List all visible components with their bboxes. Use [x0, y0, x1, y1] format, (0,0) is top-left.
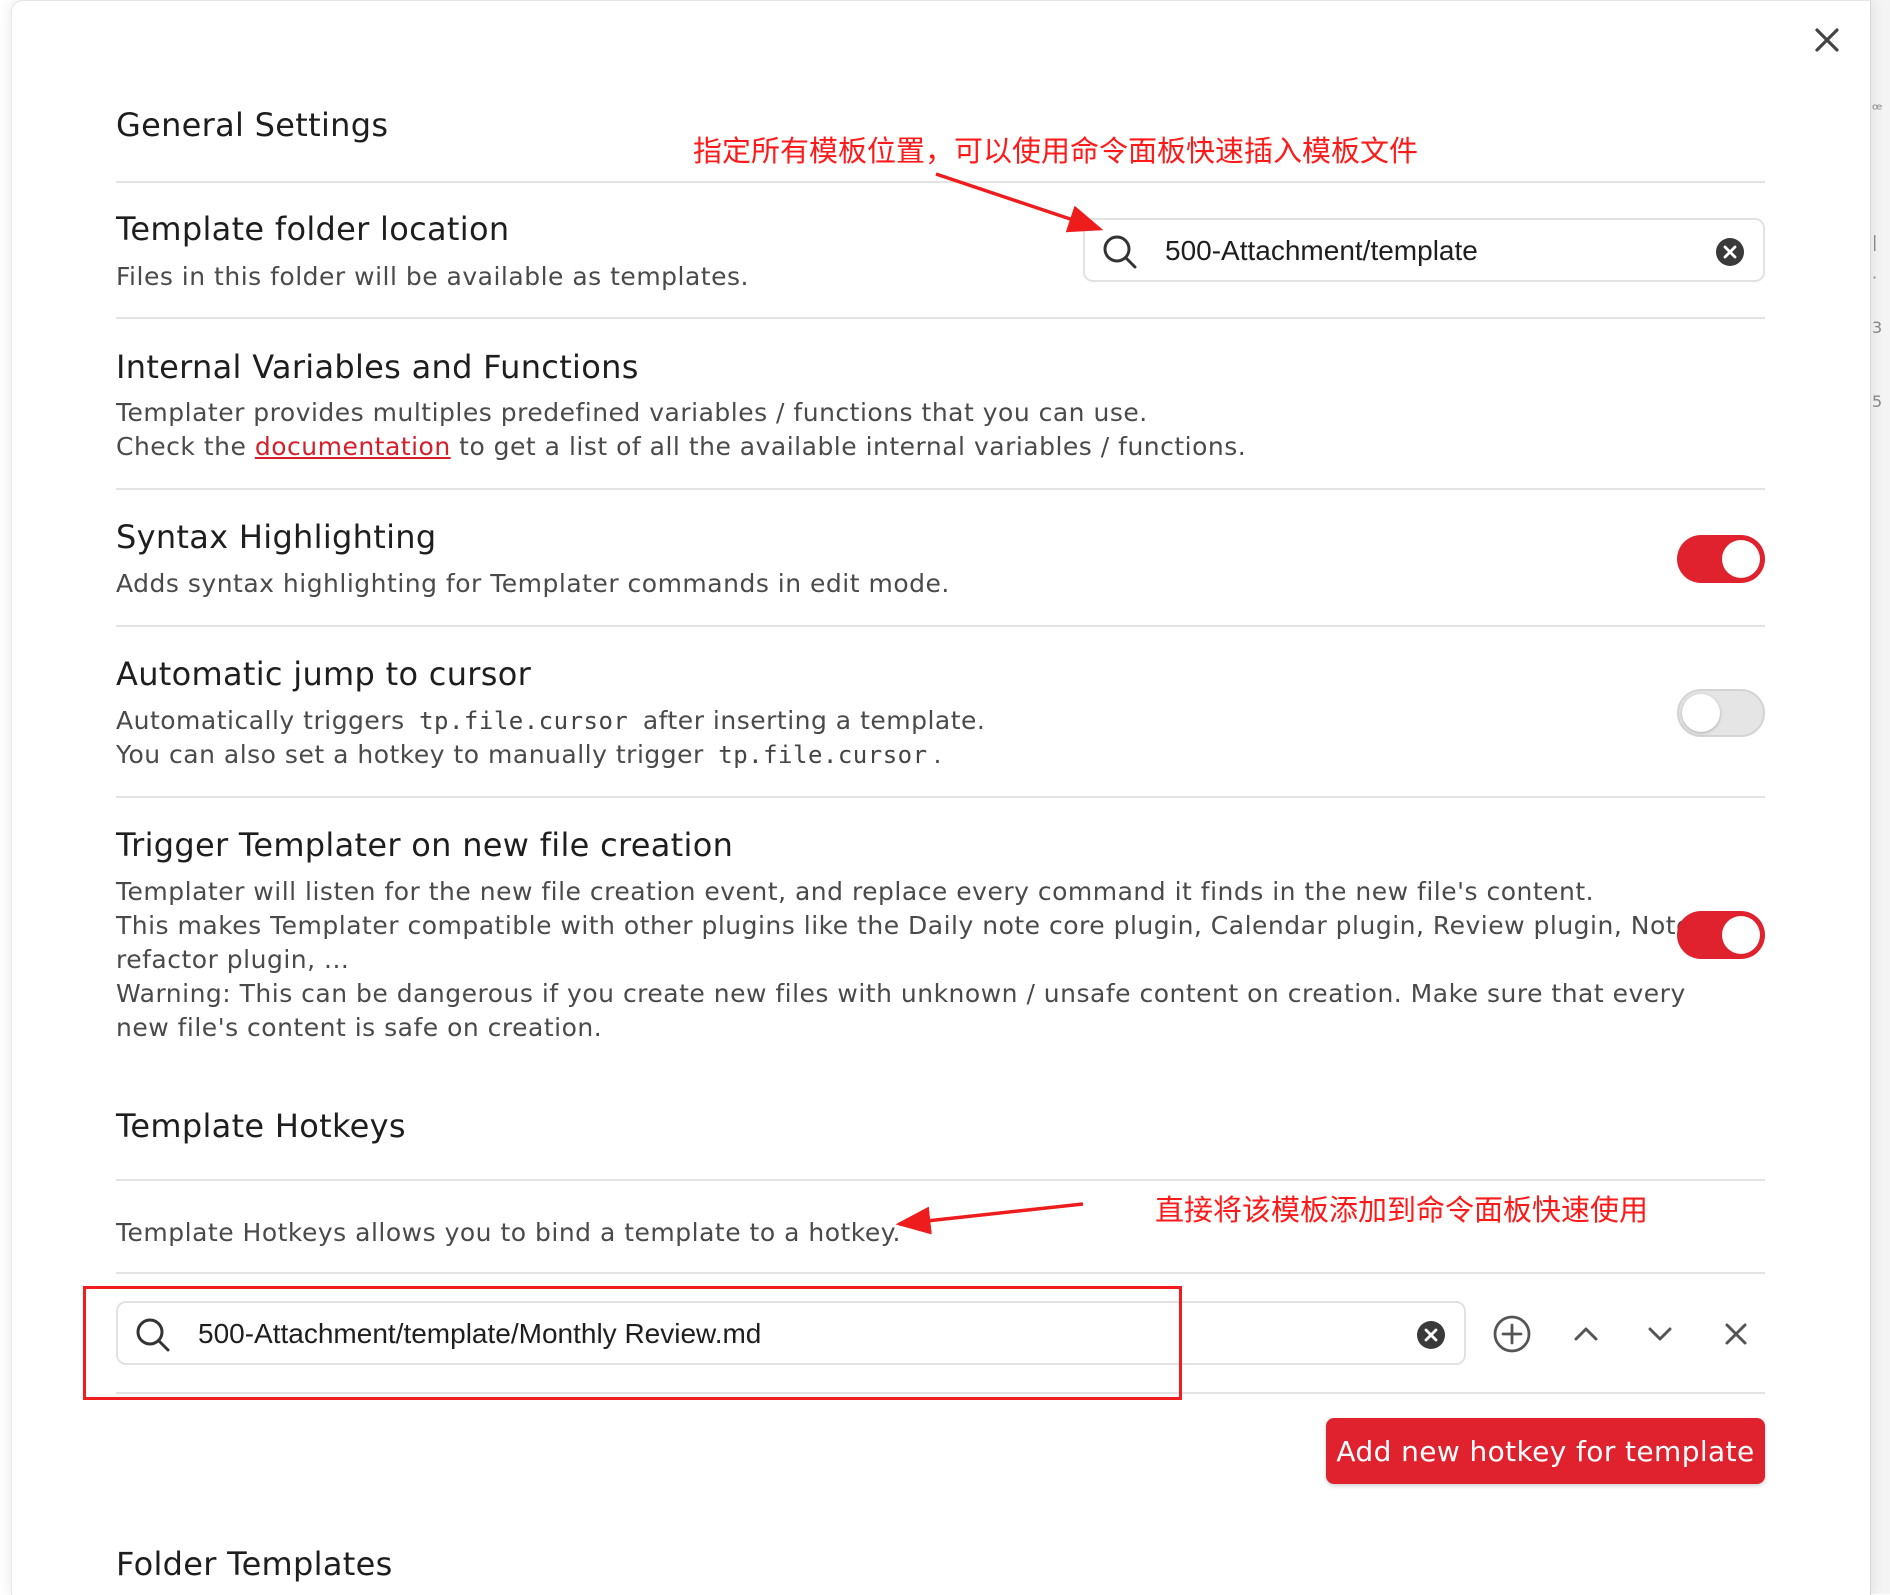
template-hotkeys-desc: Template Hotkeys allows you to bind a te…	[116, 1216, 901, 1250]
background-glyph: |	[1872, 232, 1878, 251]
trigger-desc: Templater will listen for the new file c…	[116, 875, 1692, 1045]
code-snippet: tp.file.cursor	[419, 707, 629, 735]
internal-vars-line2: Check the documentation to get a list of…	[116, 430, 1246, 464]
internal-vars-desc: Templater provides multiples predefined …	[116, 396, 1246, 464]
template-folder-desc-text: Files in this folder will be available a…	[116, 262, 749, 291]
divider	[116, 181, 1765, 183]
trigger-line2: This makes Templater compatible with oth…	[116, 911, 1692, 940]
auto-jump-line1: Automatically triggers tp.file.cursor af…	[116, 704, 985, 738]
divider	[116, 1179, 1765, 1181]
internal-vars-line2-before: Check the	[116, 432, 247, 461]
trigger-line1: Templater will listen for the new file c…	[116, 877, 1595, 906]
close-icon	[1815, 28, 1839, 52]
divider	[116, 317, 1765, 319]
close-icon	[1725, 1323, 1747, 1345]
syntax-highlighting-toggle[interactable]	[1677, 535, 1765, 583]
divider	[116, 488, 1765, 490]
annotation-top: 指定所有模板位置，可以使用命令面板快速插入模板文件	[693, 134, 1419, 168]
template-folder-search-field[interactable]: 500-Attachment/template	[1083, 218, 1765, 282]
annotation-middle: 直接将该模板添加到命令面板快速使用	[1155, 1193, 1649, 1227]
code-snippet: tp.file.cursor	[718, 741, 928, 769]
divider	[116, 796, 1765, 798]
clear-circle-icon[interactable]	[1715, 237, 1745, 267]
template-folder-value[interactable]: 500-Attachment/template	[1165, 233, 1478, 269]
chevron-down-icon	[1648, 1327, 1672, 1341]
divider	[116, 625, 1765, 627]
trigger-name: Trigger Templater on new file creation	[116, 826, 734, 864]
auto-jump-desc: Automatically triggers tp.file.cursor af…	[116, 704, 985, 772]
general-settings-heading: General Settings	[116, 106, 389, 144]
auto-jump-line1-before: Automatically triggers	[116, 706, 405, 735]
background-glyph: 5	[1872, 392, 1883, 411]
internal-vars-name: Internal Variables and Functions	[116, 348, 639, 386]
toggle-knob	[1722, 540, 1760, 578]
trigger-line5: new file's content is safe on creation.	[116, 1013, 603, 1042]
folder-templates-heading: Folder Templates	[116, 1545, 393, 1583]
syntax-highlighting-desc: Adds syntax highlighting for Templater c…	[116, 567, 950, 601]
background-app-edge: ꟹ | · 3 5	[1870, 0, 1890, 1594]
documentation-link[interactable]: documentation	[255, 432, 451, 461]
trigger-toggle[interactable]	[1677, 911, 1765, 959]
plus-circle-icon	[1493, 1315, 1531, 1353]
delete-hotkey-button[interactable]	[1714, 1312, 1758, 1356]
chevron-up-icon	[1574, 1327, 1598, 1341]
trigger-line4: Warning: This can be dangerous if you cr…	[116, 979, 1686, 1008]
auto-jump-line1-after: after inserting a template.	[642, 706, 986, 735]
background-glyph: 3	[1872, 318, 1883, 337]
toggle-knob	[1682, 694, 1720, 732]
auto-jump-line2: You can also set a hotkey to manually tr…	[116, 738, 985, 772]
background-glyph: ꟹ	[1872, 100, 1883, 119]
auto-jump-line2-before: You can also set a hotkey to manually tr…	[116, 740, 704, 769]
template-folder-name: Template folder location	[116, 210, 510, 248]
move-up-button[interactable]	[1564, 1312, 1608, 1356]
search-icon	[1103, 235, 1137, 269]
clear-circle-icon[interactable]	[1416, 1320, 1446, 1350]
auto-jump-toggle[interactable]	[1677, 689, 1765, 737]
template-hotkeys-desc-text: Template Hotkeys allows you to bind a te…	[116, 1218, 901, 1247]
trigger-line3: refactor plugin, ...	[116, 945, 350, 974]
auto-jump-line2-after: .	[933, 740, 942, 769]
move-down-button[interactable]	[1638, 1312, 1682, 1356]
internal-vars-line2-after: to get a list of all the available inter…	[459, 432, 1247, 461]
syntax-highlighting-desc-text: Adds syntax highlighting for Templater c…	[116, 569, 950, 598]
template-hotkeys-heading: Template Hotkeys	[116, 1107, 406, 1145]
add-hotkey-plus-button[interactable]	[1490, 1312, 1534, 1356]
annotation-highlight-box	[83, 1286, 1182, 1400]
syntax-highlighting-name: Syntax Highlighting	[116, 518, 437, 556]
auto-jump-name: Automatic jump to cursor	[116, 655, 532, 693]
modal-close-button[interactable]	[1807, 20, 1847, 60]
toggle-knob	[1722, 916, 1760, 954]
add-new-hotkey-button[interactable]: Add new hotkey for template	[1326, 1418, 1765, 1484]
template-folder-desc: Files in this folder will be available a…	[116, 260, 749, 294]
internal-vars-line1: Templater provides multiples predefined …	[116, 398, 1148, 427]
divider	[116, 1272, 1765, 1274]
background-glyph: ·	[1872, 268, 1878, 287]
